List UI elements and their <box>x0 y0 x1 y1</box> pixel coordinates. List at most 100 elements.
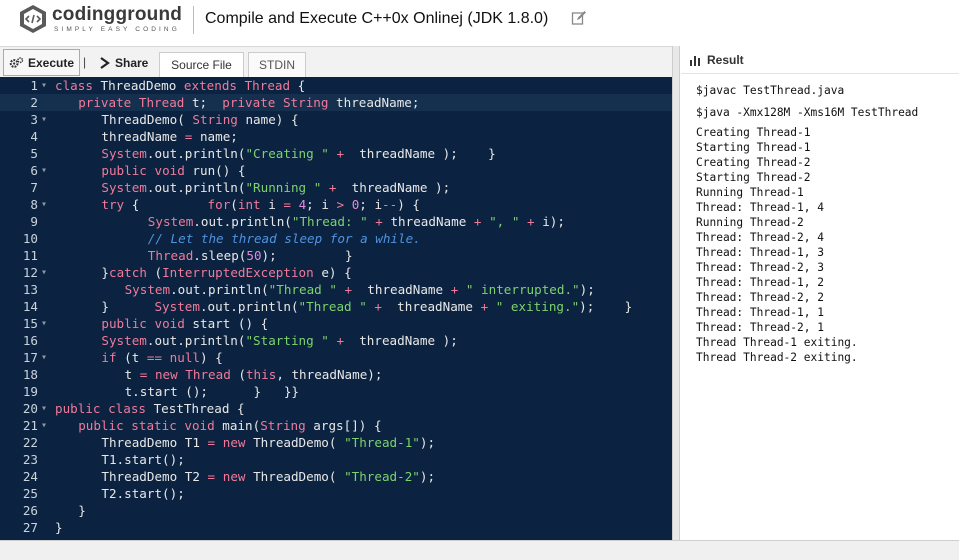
code-line[interactable]: 5 System.out.println("Creating " + thread… <box>0 145 672 162</box>
result-panel-header: Result <box>681 46 959 74</box>
code-line[interactable]: 19 t.start (); } }} <box>0 383 672 400</box>
code-text: public void run() { <box>101 163 246 178</box>
bottom-bar <box>0 540 959 560</box>
code-line[interactable]: 16 System.out.println("Starting " + threa… <box>0 332 672 349</box>
code-text: } System.out.println("Thread " + threadN… <box>101 299 633 314</box>
share-label: Share <box>115 55 149 70</box>
line-number: 6 <box>30 163 38 178</box>
code-line[interactable]: 21 ▾ public static void main(String args[]… <box>0 417 672 434</box>
code-line[interactable]: 24 ThreadDemo T2 = new ThreadDemo( "Threa… <box>0 468 672 485</box>
code-line[interactable]: 3 ▾ ThreadDemo( String name) { <box>0 111 672 128</box>
code-line[interactable]: 27} <box>0 519 672 536</box>
code-line[interactable]: 12 ▾}catch (InterruptedException e) { <box>0 264 672 281</box>
execute-button[interactable]: Execute <box>3 49 80 76</box>
fold-toggle-icon[interactable]: ▾ <box>41 417 47 434</box>
fold-toggle-icon[interactable]: ▾ <box>41 77 47 94</box>
execute-label: Execute <box>27 55 74 70</box>
codingground-logo[interactable]: codingground SIMPLY EASY CODING <box>18 4 186 38</box>
line-number: 11 <box>22 248 38 263</box>
top-bar: codingground SIMPLY EASY CODING Compile … <box>0 0 959 44</box>
code-text: } <box>55 520 63 535</box>
code-line[interactable]: 15 ▾ public void start () { <box>0 315 672 332</box>
line-number: 5 <box>30 146 38 161</box>
output-line: Thread: Thread-2, 1 <box>696 321 824 334</box>
line-number: 1 <box>30 78 38 93</box>
code-line[interactable]: 1 ▾ class ThreadDemo extends Thread { <box>0 77 672 94</box>
code-line[interactable]: 25 T2.start(); <box>0 485 672 502</box>
code-line[interactable]: 4 threadName = name; <box>0 128 672 145</box>
code-text: public static void main(String args[]) { <box>78 418 382 433</box>
code-text: t.start (); } }} <box>124 384 299 399</box>
output-line: Creating Thread-1 <box>696 126 811 139</box>
code-line[interactable]: 7 System.out.println("Running " + threadN… <box>0 179 672 196</box>
line-number: 25 <box>22 486 38 501</box>
line-number: 13 <box>22 282 38 297</box>
code-text: ThreadDemo T1 = new ThreadDemo( "Thread-… <box>101 435 436 450</box>
line-number: 21 <box>22 418 38 433</box>
code-line[interactable]: 9 System.out.println("Thread: " + threadN… <box>0 213 672 230</box>
result-output: $javac TestThread.java $java -Xmx128M -X… <box>681 76 959 540</box>
output-line: Thread: Thread-2, 3 <box>696 261 824 274</box>
line-number: 24 <box>22 469 38 484</box>
output-line: Creating Thread-2 <box>696 156 811 169</box>
line-number: 4 <box>30 129 38 144</box>
tab-stdin[interactable]: STDIN <box>248 52 306 77</box>
line-number: 23 <box>22 452 38 467</box>
code-line[interactable]: 18 t = new Thread (this, threadName); <box>0 366 672 383</box>
edit-icon[interactable] <box>571 10 587 26</box>
code-editor[interactable]: 1 ▾ class ThreadDemo extends Thread {2 priv… <box>0 77 672 540</box>
share-button[interactable]: Share <box>94 49 154 76</box>
code-line[interactable]: 10 // Let the thread sleep for a while. <box>0 230 672 247</box>
code-line[interactable]: 22 ThreadDemo T1 = new ThreadDemo( "Threa… <box>0 434 672 451</box>
code-text: ThreadDemo( String name) { <box>101 112 299 127</box>
output-line: Thread: Thread-1, 4 <box>696 201 824 214</box>
compile-command: $javac TestThread.java <box>696 84 845 97</box>
fold-toggle-icon[interactable]: ▾ <box>41 264 47 281</box>
line-number: 18 <box>22 367 38 382</box>
line-number: 19 <box>22 384 38 399</box>
code-text: Thread.sleep(50); } <box>147 248 353 263</box>
output-line: Thread: Thread-2, 4 <box>696 231 824 244</box>
code-line[interactable]: 14} System.out.println("Thread " + threa… <box>0 298 672 315</box>
code-line[interactable]: 13 System.out.println("Thread " + threadN… <box>0 281 672 298</box>
code-text: if (t == null) { <box>101 350 223 365</box>
output-line: Starting Thread-1 <box>696 141 811 154</box>
line-number: 17 <box>22 350 38 365</box>
output-line: Thread: Thread-1, 1 <box>696 306 824 319</box>
title-separator <box>193 6 194 34</box>
output-line: Running Thread-2 <box>696 216 804 229</box>
code-line[interactable]: 8 ▾ try { for(int i = 4; i > 0; i--) { <box>0 196 672 213</box>
pane-splitter[interactable] <box>672 46 680 540</box>
codingground-logo-icon <box>20 5 46 33</box>
code-text: threadName = name; <box>101 129 238 144</box>
line-number: 15 <box>22 316 38 331</box>
fold-toggle-icon[interactable]: ▾ <box>41 196 47 213</box>
logo-text: codingground <box>52 4 183 25</box>
code-line[interactable]: 6 ▾ public void run() { <box>0 162 672 179</box>
code-line[interactable]: 17 ▾ if (t == null) { <box>0 349 672 366</box>
code-text: System.out.println("Running " + threadNa… <box>101 180 451 195</box>
line-number: 10 <box>22 231 38 246</box>
code-text: public void start () { <box>101 316 269 331</box>
line-number: 7 <box>30 180 38 195</box>
code-line[interactable]: 11 Thread.sleep(50); } <box>0 247 672 264</box>
code-text: private Thread t; private String threadN… <box>78 95 420 110</box>
fold-toggle-icon[interactable]: ▾ <box>41 349 47 366</box>
fold-toggle-icon[interactable]: ▾ <box>41 111 47 128</box>
code-line[interactable]: 26} <box>0 502 672 519</box>
code-line[interactable]: 20 ▾ public class TestThread { <box>0 400 672 417</box>
run-command: $java -Xmx128M -Xms16M TestThread <box>696 106 919 119</box>
tab-source-file[interactable]: Source File <box>159 52 244 77</box>
fold-toggle-icon[interactable]: ▾ <box>41 162 47 179</box>
fold-toggle-icon[interactable]: ▾ <box>41 400 47 417</box>
share-arrow-icon <box>100 56 110 69</box>
line-number: 16 <box>22 333 38 348</box>
line-number: 22 <box>22 435 38 450</box>
bar-chart-icon <box>690 55 700 66</box>
code-text: T1.start(); <box>101 452 185 467</box>
editor-toolbar: Execute | Share Source File STDIN <box>0 46 675 77</box>
fold-toggle-icon[interactable]: ▾ <box>41 315 47 332</box>
code-line[interactable]: 2 private Thread t; private String thread… <box>0 94 672 111</box>
code-line[interactable]: 23 T1.start(); <box>0 451 672 468</box>
logo-tagline: SIMPLY EASY CODING <box>54 26 180 33</box>
